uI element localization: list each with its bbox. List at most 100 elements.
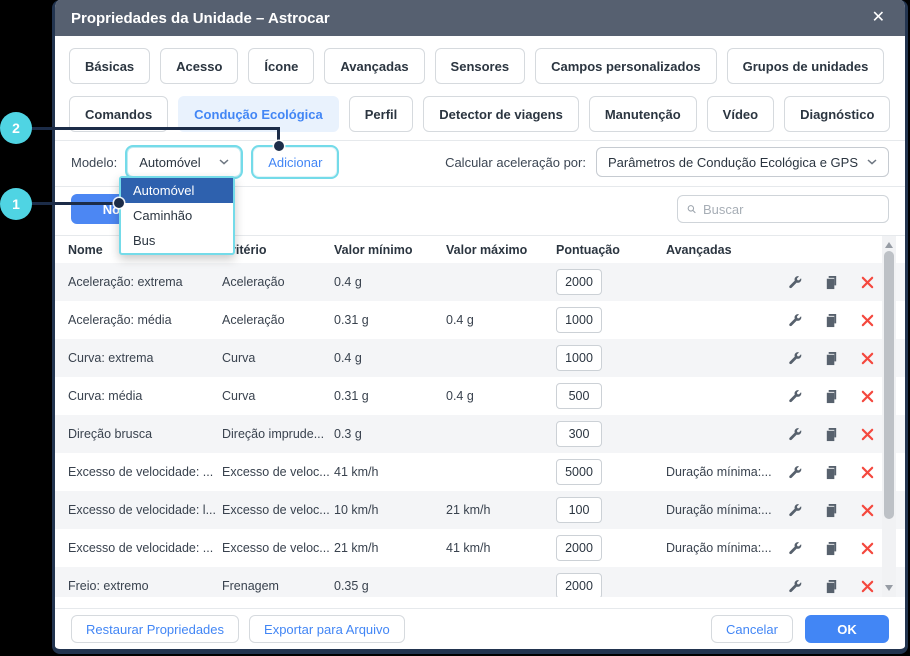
- scroll-up-icon[interactable]: [885, 242, 893, 248]
- delete-icon[interactable]: [860, 427, 875, 442]
- cell-min: 21 km/h: [334, 541, 379, 555]
- cell-name: Curva: média: [68, 389, 143, 403]
- copy-icon[interactable]: [824, 389, 839, 404]
- tab-manutencao[interactable]: Manutenção: [588, 96, 697, 132]
- search-input[interactable]: [703, 201, 879, 217]
- tab-detector-de-viagens[interactable]: Detector de viagens: [423, 96, 579, 132]
- wrench-icon[interactable]: [788, 313, 803, 328]
- cell-criterion: Excesso de veloc...: [222, 465, 330, 479]
- score-input[interactable]: 300: [556, 421, 602, 447]
- tab-grupos-de-unidades[interactable]: Grupos de unidades: [726, 48, 885, 84]
- col-valor-minimo: Valor mínimo: [334, 242, 413, 257]
- score-input[interactable]: 1000: [556, 345, 602, 371]
- cell-criterion: Direção imprude...: [222, 427, 325, 441]
- delete-icon[interactable]: [860, 503, 875, 518]
- cell-max: 0.4 g: [446, 313, 474, 327]
- copy-icon[interactable]: [824, 275, 839, 290]
- table-row: Freio: extremo Frenagem 0.35 g 2000: [55, 567, 905, 597]
- wrench-icon[interactable]: [788, 427, 803, 442]
- table-row: Aceleração: média Aceleração 0.31 g 0.4 …: [55, 301, 905, 339]
- cell-max: 0.4 g: [446, 389, 474, 403]
- export-file-button[interactable]: Exportar para Arquivo: [249, 615, 405, 643]
- cell-criterion: Excesso de veloc...: [222, 503, 330, 517]
- callout-badge-1: 1: [0, 188, 32, 220]
- copy-icon[interactable]: [824, 313, 839, 328]
- copy-icon[interactable]: [824, 351, 839, 366]
- delete-icon[interactable]: [860, 465, 875, 480]
- unit-properties-dialog: Propriedades da Unidade – Astrocar ✕ Bás…: [52, 0, 908, 654]
- tab-campos-personalizados[interactable]: Campos personalizados: [535, 48, 717, 84]
- score-input[interactable]: 2000: [556, 573, 602, 597]
- wrench-icon[interactable]: [788, 275, 803, 290]
- delete-icon[interactable]: [860, 313, 875, 328]
- wrench-icon[interactable]: [788, 389, 803, 404]
- cell-min: 0.4 g: [334, 351, 362, 365]
- cancel-button[interactable]: Cancelar: [710, 615, 793, 643]
- score-input[interactable]: 5000: [556, 459, 602, 485]
- scroll-down-icon[interactable]: [885, 585, 893, 591]
- dropdown-option-automovel[interactable]: Automóvel: [121, 178, 233, 203]
- calc-acceleration-select[interactable]: Parâmetros de Condução Ecológica e GPS: [595, 147, 889, 177]
- wrench-icon[interactable]: [788, 541, 803, 556]
- tab-sensores[interactable]: Sensores: [434, 48, 526, 84]
- page-background: Propriedades da Unidade – Astrocar ✕ Bás…: [0, 0, 910, 656]
- copy-icon[interactable]: [824, 427, 839, 442]
- callout-dot: [274, 141, 284, 151]
- tab-diagnostico[interactable]: Diagnóstico: [784, 96, 891, 132]
- cell-max: 21 km/h: [446, 503, 491, 517]
- wrench-icon[interactable]: [788, 465, 803, 480]
- copy-icon[interactable]: [824, 503, 839, 518]
- score-input[interactable]: 500: [556, 383, 602, 409]
- tab-perfil[interactable]: Perfil: [348, 96, 414, 132]
- dropdown-option-bus[interactable]: Bus: [121, 228, 233, 253]
- score-input[interactable]: 1000: [556, 307, 602, 333]
- ok-button[interactable]: OK: [805, 615, 889, 643]
- copy-icon[interactable]: [824, 579, 839, 594]
- table-row: Curva: média Curva 0.31 g 0.4 g 500: [55, 377, 905, 415]
- cell-name: Excesso de velocidade: l...: [68, 503, 216, 517]
- delete-icon[interactable]: [860, 389, 875, 404]
- table-body: Aceleração: extrema Aceleração 0.4 g 200…: [55, 263, 905, 597]
- table-scrollbar[interactable]: [882, 236, 896, 597]
- delete-icon[interactable]: [860, 541, 875, 556]
- search-box[interactable]: [677, 195, 889, 223]
- copy-icon[interactable]: [824, 465, 839, 480]
- col-criterio: Critério: [222, 242, 267, 257]
- table-row: Excesso de velocidade: l... Excesso de v…: [55, 491, 905, 529]
- cell-min: 41 km/h: [334, 465, 379, 479]
- divider: [55, 608, 905, 609]
- tab-icone[interactable]: Ícone: [248, 48, 315, 84]
- delete-icon[interactable]: [860, 351, 875, 366]
- adicionar-button[interactable]: Adicionar: [253, 147, 338, 177]
- dialog-title: Propriedades da Unidade – Astrocar: [71, 9, 330, 27]
- wrench-icon[interactable]: [788, 351, 803, 366]
- model-select[interactable]: Automóvel: [127, 147, 242, 177]
- wrench-icon[interactable]: [788, 579, 803, 594]
- table-row: Aceleração: extrema Aceleração 0.4 g 200…: [55, 263, 905, 301]
- cell-name: Aceleração: média: [68, 313, 172, 327]
- table-row: Curva: extrema Curva 0.4 g 1000: [55, 339, 905, 377]
- copy-icon[interactable]: [824, 541, 839, 556]
- scroll-thumb[interactable]: [884, 251, 894, 519]
- cell-criterion: Excesso de veloc...: [222, 541, 330, 555]
- tab-video[interactable]: Vídeo: [706, 96, 775, 132]
- tab-basicas[interactable]: Básicas: [69, 48, 151, 84]
- col-avancadas: Avançadas: [666, 242, 732, 257]
- cell-name: Excesso de velocidade: ...: [68, 465, 214, 479]
- callout-badge-2: 2: [0, 112, 32, 144]
- tab-acesso[interactable]: Acesso: [160, 48, 239, 84]
- score-input[interactable]: 2000: [556, 535, 602, 561]
- calc-acceleration-label: Calcular aceleração por:: [445, 154, 586, 170]
- score-input[interactable]: 100: [556, 497, 602, 523]
- tab-avancadas[interactable]: Avançadas: [324, 48, 425, 84]
- wrench-icon[interactable]: [788, 503, 803, 518]
- dropdown-option-caminhao[interactable]: Caminhão: [121, 203, 233, 228]
- delete-icon[interactable]: [860, 275, 875, 290]
- close-icon[interactable]: ✕: [868, 8, 889, 28]
- restore-properties-button[interactable]: Restaurar Propriedades: [71, 615, 240, 643]
- delete-icon[interactable]: [860, 579, 875, 594]
- cell-criterion: Aceleração: [222, 313, 285, 327]
- model-controls-row: Modelo: Automóvel Adicionar Calcular ace…: [71, 147, 889, 177]
- model-dropdown-list: Automóvel Caminhão Bus: [119, 176, 235, 255]
- score-input[interactable]: 2000: [556, 269, 602, 295]
